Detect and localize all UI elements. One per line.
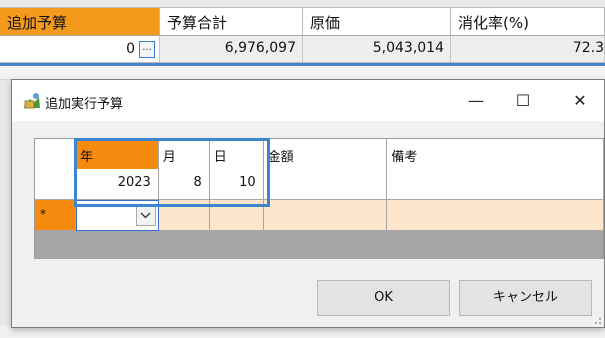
budget-entry-grid: 年 月 日 金額 備考 2023 8 10 * [34, 138, 605, 259]
sheet-header-consumption-rate[interactable]: 消化率(%) [451, 8, 605, 35]
new-cell-month[interactable] [158, 200, 210, 231]
new-row-marker[interactable]: * [35, 200, 76, 231]
sheet-cell-additional-budget[interactable]: 0 ... [0, 36, 160, 62]
sheet-header-cost[interactable]: 原価 [303, 8, 451, 35]
dropdown-button[interactable] [135, 205, 156, 226]
additional-budget-value: 0 [126, 41, 135, 57]
ok-button[interactable]: OK [317, 280, 450, 316]
column-header-month[interactable]: 月 [158, 139, 210, 170]
sheet-header-budget-total[interactable]: 予算合計 [160, 8, 303, 35]
sheet-header-row: 追加予算 予算合計 原価 消化率(%) [0, 7, 605, 36]
grid-empty-area [35, 231, 604, 259]
grid-new-row: * [35, 200, 604, 231]
sheet-cell-consumption-rate[interactable]: 72.3 [451, 36, 605, 62]
chevron-down-icon [140, 212, 151, 219]
cell-month[interactable]: 8 [158, 169, 210, 200]
minimize-button[interactable]: — [453, 80, 499, 121]
new-cell-memo[interactable] [387, 200, 604, 231]
sheet-next-row [0, 66, 605, 80]
sheet-cell-budget-total[interactable]: 6,976,097 [160, 36, 303, 62]
ellipsis-button[interactable]: ... [139, 40, 155, 58]
cell-memo[interactable] [387, 169, 604, 200]
year-dropdown[interactable] [75, 200, 159, 231]
add-budget-dialog: 追加実行予算 — ☐ ✕ 年 月 日 金額 備考 2023 8 10 * OK … [11, 79, 605, 328]
maximize-icon: ☐ [515, 91, 531, 110]
dialog-titlebar[interactable]: 追加実行予算 — ☐ ✕ [12, 80, 604, 121]
column-header-day[interactable]: 日 [209, 139, 264, 170]
grid-data-row: 2023 8 10 [35, 169, 604, 200]
resize-grip-icon[interactable] [592, 315, 602, 325]
sheet-header-additional-budget[interactable]: 追加予算 [0, 8, 160, 35]
column-header-year[interactable]: 年 [75, 139, 159, 170]
app-icon [24, 93, 40, 109]
column-header-memo[interactable]: 備考 [387, 139, 605, 170]
close-button[interactable]: ✕ [557, 80, 603, 121]
cell-amount[interactable] [263, 169, 388, 200]
minimize-icon: — [468, 91, 484, 110]
sheet-data-row: 0 ... 6,976,097 5,043,014 72.3 [0, 36, 605, 63]
close-icon: ✕ [573, 91, 587, 110]
sheet-cell-cost[interactable]: 5,043,014 [303, 36, 451, 62]
dialog-title: 追加実行予算 [45, 97, 124, 112]
new-cell-day[interactable] [209, 200, 264, 231]
cancel-button[interactable]: キャンセル [459, 280, 592, 316]
grid-header-row: 年 月 日 金額 備考 [35, 138, 605, 170]
column-header-amount[interactable]: 金額 [263, 139, 388, 170]
new-cell-amount[interactable] [263, 200, 388, 231]
cell-year[interactable]: 2023 [75, 169, 159, 200]
cell-day[interactable]: 10 [209, 169, 264, 200]
row-header[interactable] [35, 169, 76, 200]
maximize-button[interactable]: ☐ [500, 80, 546, 121]
row-header-corner [35, 139, 76, 170]
